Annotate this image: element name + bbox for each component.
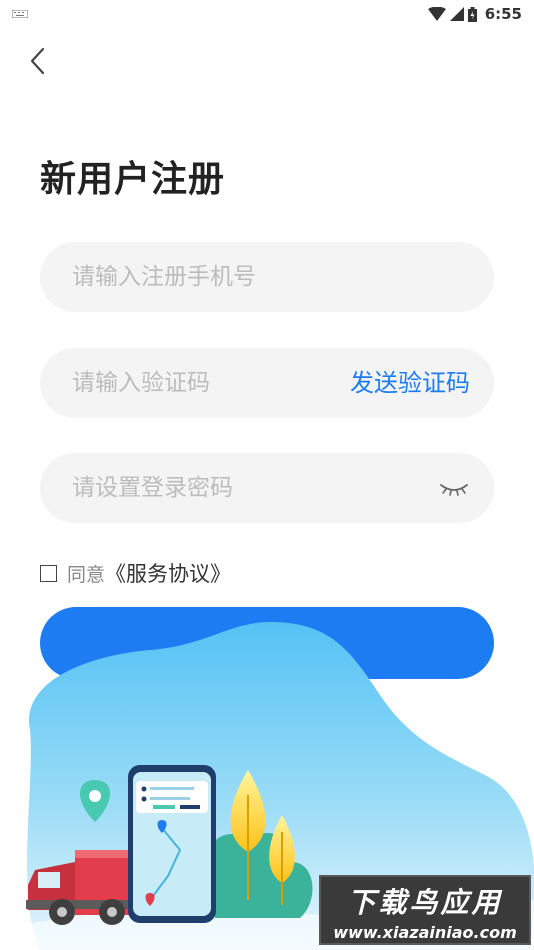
agree-label: 同意 — [67, 563, 106, 586]
wifi-icon — [427, 7, 446, 21]
page-title: 新用户注册 — [40, 159, 226, 200]
password-field — [40, 453, 494, 523]
service-agreement-link[interactable]: 《服务协议》 — [105, 558, 231, 588]
watermark-url: www.xiazainiao.com — [333, 923, 517, 942]
watermark-title: 下载鸟应用 — [347, 886, 503, 919]
chevron-left-icon — [30, 47, 45, 75]
code-field: 发送验证码 — [40, 348, 494, 418]
watermark: 下载鸟应用 www.xiazainiao.com — [319, 875, 531, 945]
agreement-row: 同意 《服务协议》 — [40, 560, 231, 586]
status-icons: 6:55 — [427, 4, 522, 24]
password-input[interactable] — [72, 453, 412, 523]
phone-field — [40, 242, 494, 312]
eye-closed-icon[interactable] — [438, 476, 470, 500]
status-time: 6:55 — [484, 5, 522, 23]
keyboard-icon — [12, 10, 28, 18]
agree-checkbox[interactable] — [40, 564, 57, 582]
code-input[interactable] — [72, 348, 312, 418]
send-code-button[interactable]: 发送验证码 — [350, 348, 470, 418]
status-bar: 6:55 — [0, 0, 534, 28]
signal-icon — [449, 7, 464, 21]
phone-input[interactable] — [72, 242, 462, 312]
back-button[interactable] — [22, 44, 52, 78]
battery-icon — [467, 6, 477, 22]
